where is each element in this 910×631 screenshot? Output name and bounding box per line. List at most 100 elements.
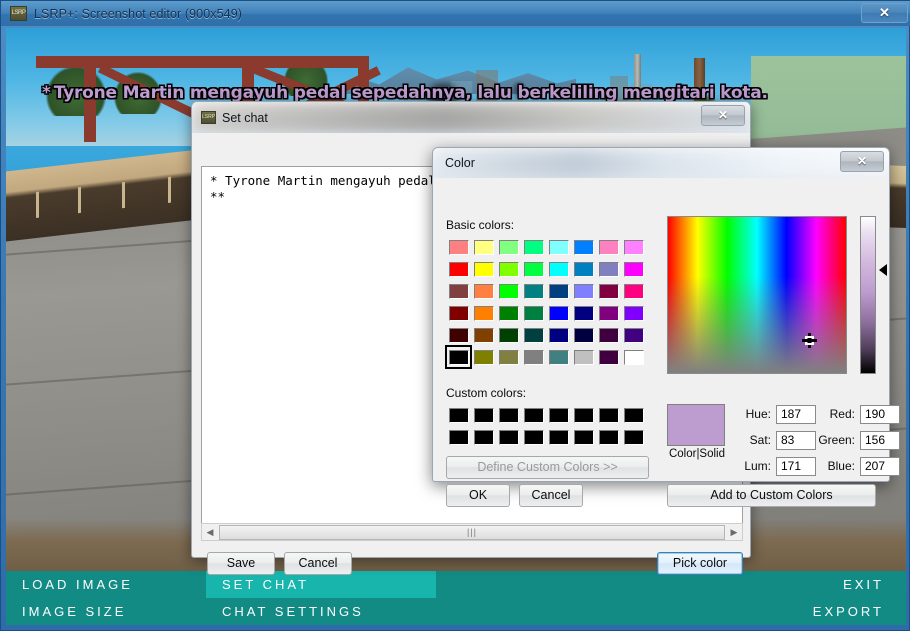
lum-input[interactable]: 171	[776, 456, 816, 476]
basic-color-swatch-38[interactable]	[596, 324, 621, 346]
custom-color-swatch-10[interactable]	[496, 426, 521, 448]
basic-color-swatch-28[interactable]	[546, 302, 571, 324]
basic-color-swatch-21[interactable]	[571, 280, 596, 302]
basic-color-swatch-43[interactable]	[521, 346, 546, 368]
basic-color-swatch-19[interactable]	[521, 280, 546, 302]
custom-color-swatch-8[interactable]	[446, 426, 471, 448]
custom-color-swatch-14[interactable]	[596, 426, 621, 448]
basic-color-swatch-41[interactable]	[471, 346, 496, 368]
close-icon[interactable]: ✕	[861, 3, 908, 23]
basic-color-swatch-4[interactable]	[546, 236, 571, 258]
basic-color-swatch-30[interactable]	[596, 302, 621, 324]
custom-color-swatch-4[interactable]	[546, 404, 571, 426]
luminance-slider-handle-icon[interactable]	[879, 264, 887, 276]
scrollbar-thumb[interactable]: |||	[219, 524, 725, 540]
red-input[interactable]: 190	[860, 404, 900, 424]
scroll-right-arrow-icon[interactable]: ▶	[726, 524, 742, 540]
basic-color-swatch-37[interactable]	[571, 324, 596, 346]
basic-color-swatch-45[interactable]	[571, 346, 596, 368]
custom-color-swatch-11[interactable]	[521, 426, 546, 448]
custom-color-swatch-3[interactable]	[521, 404, 546, 426]
cancel-button[interactable]: Cancel	[519, 484, 583, 507]
basic-color-swatch-33[interactable]	[471, 324, 496, 346]
hue-input[interactable]: 187	[776, 404, 816, 424]
basic-color-swatch-29[interactable]	[571, 302, 596, 324]
ok-button[interactable]: OK	[446, 484, 510, 507]
color-dialog-titlebar[interactable]: Color ✕	[433, 148, 889, 178]
close-icon[interactable]: ✕	[701, 105, 745, 126]
basic-color-swatch-10[interactable]	[496, 258, 521, 280]
custom-color-swatch-2[interactable]	[496, 404, 521, 426]
basic-color-swatch-25[interactable]	[471, 302, 496, 324]
basic-color-swatch-20[interactable]	[546, 280, 571, 302]
basic-color-swatch-1[interactable]	[471, 236, 496, 258]
luminance-slider[interactable]	[860, 216, 876, 374]
basic-color-swatch-5[interactable]	[571, 236, 596, 258]
basic-color-swatch-22[interactable]	[596, 280, 621, 302]
custom-colors-grid[interactable]	[446, 404, 646, 448]
menu-item-chat-settings[interactable]: CHAT SETTINGS	[206, 598, 436, 625]
pick-color-button[interactable]: Pick color	[657, 552, 743, 575]
basic-color-swatch-42[interactable]	[496, 346, 521, 368]
basic-color-swatch-12[interactable]	[546, 258, 571, 280]
custom-color-swatch-9[interactable]	[471, 426, 496, 448]
save-button[interactable]: Save	[207, 552, 275, 575]
cancel-button[interactable]: Cancel	[284, 552, 352, 575]
basic-colors-grid[interactable]	[445, 236, 646, 369]
custom-color-swatch-1[interactable]	[471, 404, 496, 426]
set-chat-titlebar[interactable]: LSRP Set chat ✕	[192, 102, 750, 133]
menu-item-image-size[interactable]: IMAGE SIZE	[6, 598, 206, 625]
basic-color-swatch-14[interactable]	[596, 258, 621, 280]
basic-color-swatch-40[interactable]	[445, 345, 472, 369]
basic-color-swatch-26[interactable]	[496, 302, 521, 324]
swatch-fill	[498, 261, 519, 277]
basic-color-swatch-8[interactable]	[446, 258, 471, 280]
color-spectrum-field[interactable]	[667, 216, 847, 374]
red-label: Red:	[829, 407, 855, 421]
blue-input[interactable]: 207	[860, 456, 900, 476]
close-icon[interactable]: ✕	[840, 151, 884, 172]
basic-color-swatch-11[interactable]	[521, 258, 546, 280]
basic-color-swatch-39[interactable]	[621, 324, 646, 346]
basic-color-swatch-9[interactable]	[471, 258, 496, 280]
green-input[interactable]: 156	[860, 430, 900, 450]
basic-color-swatch-27[interactable]	[521, 302, 546, 324]
custom-color-swatch-12[interactable]	[546, 426, 571, 448]
basic-color-swatch-23[interactable]	[621, 280, 646, 302]
menu-item-export[interactable]: EXPORT	[706, 598, 906, 625]
basic-color-swatch-13[interactable]	[571, 258, 596, 280]
custom-color-swatch-15[interactable]	[621, 426, 646, 448]
basic-color-swatch-46[interactable]	[596, 346, 621, 368]
menu-item-exit[interactable]: EXIT	[706, 571, 906, 598]
basic-color-swatch-0[interactable]	[446, 236, 471, 258]
custom-color-swatch-0[interactable]	[446, 404, 471, 426]
basic-color-swatch-44[interactable]	[546, 346, 571, 368]
basic-color-swatch-7[interactable]	[621, 236, 646, 258]
basic-color-swatch-3[interactable]	[521, 236, 546, 258]
menu-item-load-image[interactable]: LOAD IMAGE	[6, 571, 206, 598]
basic-color-swatch-2[interactable]	[496, 236, 521, 258]
custom-color-swatch-7[interactable]	[621, 404, 646, 426]
basic-color-swatch-18[interactable]	[496, 280, 521, 302]
basic-color-swatch-31[interactable]	[621, 302, 646, 324]
basic-color-swatch-36[interactable]	[546, 324, 571, 346]
custom-color-swatch-13[interactable]	[571, 426, 596, 448]
horizontal-scrollbar[interactable]: ◀ ||| ▶	[201, 523, 743, 541]
color-preview-swatch[interactable]	[667, 404, 725, 446]
swatch-fill	[598, 239, 619, 255]
custom-color-swatch-6[interactable]	[596, 404, 621, 426]
define-custom-colors-button[interactable]: Define Custom Colors >>	[446, 456, 649, 479]
basic-color-swatch-6[interactable]	[596, 236, 621, 258]
basic-color-swatch-15[interactable]	[621, 258, 646, 280]
basic-color-swatch-47[interactable]	[621, 346, 646, 368]
menu-item-set-chat[interactable]: SET CHAT	[206, 571, 436, 598]
basic-color-swatch-17[interactable]	[471, 280, 496, 302]
basic-color-swatch-24[interactable]	[446, 302, 471, 324]
basic-color-swatch-34[interactable]	[496, 324, 521, 346]
basic-color-swatch-16[interactable]	[446, 280, 471, 302]
basic-color-swatch-32[interactable]	[446, 324, 471, 346]
custom-color-swatch-5[interactable]	[571, 404, 596, 426]
add-to-custom-colors-button[interactable]: Add to Custom Colors	[667, 484, 876, 507]
basic-color-swatch-35[interactable]	[521, 324, 546, 346]
scroll-left-arrow-icon[interactable]: ◀	[202, 524, 218, 540]
